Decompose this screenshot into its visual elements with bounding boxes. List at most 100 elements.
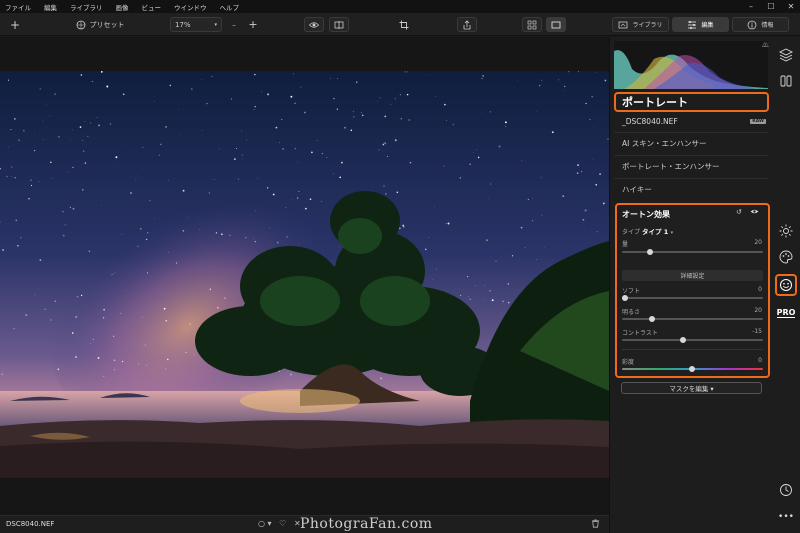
star	[275, 126, 278, 129]
star	[209, 288, 211, 290]
brightness-slider[interactable]	[622, 315, 763, 322]
palette-icon[interactable]	[776, 247, 796, 267]
star	[356, 81, 358, 83]
star	[473, 152, 474, 153]
photo-preview[interactable]	[0, 71, 609, 478]
heart-icon[interactable]: ♡	[279, 519, 286, 528]
share-button[interactable]	[457, 17, 477, 32]
star	[469, 163, 471, 165]
photo-canvas-area[interactable]	[0, 37, 609, 515]
star	[209, 266, 211, 267]
amount-value: 20	[754, 239, 762, 246]
edit-mask-button[interactable]: マスクを編集 ▾	[621, 382, 762, 394]
type-select[interactable]: タイプ 1 ▾	[642, 226, 673, 236]
menu-view[interactable]: ビュー	[142, 2, 162, 12]
contrast-slider-knob[interactable]	[680, 336, 686, 343]
brightness-slider-knob[interactable]	[649, 315, 655, 322]
contrast-slider[interactable]	[622, 336, 763, 343]
tab-library[interactable]: ライブラリ	[612, 17, 669, 32]
tab-info[interactable]: 情報	[732, 17, 789, 32]
star	[11, 166, 13, 168]
star	[208, 192, 210, 194]
clipping-warning-icon[interactable]: △	[764, 41, 769, 48]
preview-button[interactable]	[304, 17, 324, 32]
amount-slider[interactable]	[622, 248, 763, 255]
compare-button[interactable]	[329, 17, 349, 32]
star	[380, 377, 382, 380]
menu-window[interactable]: ウインドウ	[174, 2, 207, 12]
menu-library[interactable]: ライブラリ	[70, 2, 103, 12]
milky-way-photo	[0, 71, 609, 478]
amount-slider-knob[interactable]	[647, 248, 654, 255]
star	[187, 217, 189, 218]
star	[160, 143, 162, 146]
star	[460, 294, 462, 296]
soft-slider-knob[interactable]	[622, 294, 628, 301]
advanced-settings-button[interactable]: 詳細設定	[622, 270, 763, 281]
soft-slider[interactable]	[622, 294, 763, 301]
star	[75, 315, 78, 318]
tab-info-label: 情報	[761, 22, 774, 29]
panel-title: ポートレート	[614, 92, 769, 112]
trash-icon[interactable]	[591, 519, 600, 530]
star	[165, 368, 167, 370]
tool-ai-skin-enhancer[interactable]: AI スキン・エンハンサー	[614, 132, 768, 154]
star	[182, 189, 185, 192]
star	[206, 102, 208, 105]
maximize-button[interactable]: ☐	[762, 0, 780, 13]
zoom-out-button[interactable]: –	[228, 17, 240, 32]
menu-image[interactable]: 画像	[116, 2, 129, 12]
portrait-smile-icon[interactable]	[775, 274, 797, 296]
tab-library-label: ライブラリ	[632, 22, 663, 29]
more-icon[interactable]: •••	[776, 507, 796, 527]
star	[272, 193, 275, 196]
menu-edit[interactable]: 編集	[44, 2, 57, 12]
pro-icon[interactable]: PRO	[776, 303, 796, 323]
star	[544, 246, 545, 248]
tool-label: AI スキン・エンハンサー	[622, 139, 707, 148]
star	[199, 228, 200, 230]
color-label-select[interactable]: ○ ▾	[258, 519, 272, 528]
tool-portrait-enhancer[interactable]: ポートレート・エンハンサー	[614, 155, 768, 177]
star	[182, 230, 185, 232]
star	[224, 297, 226, 299]
star	[400, 118, 402, 120]
star	[521, 160, 523, 162]
reset-icon[interactable]: ↺	[736, 208, 742, 216]
star	[125, 290, 126, 291]
zoom-select[interactable]: 17% ▾	[170, 17, 222, 32]
tab-edit[interactable]: 編集	[672, 17, 729, 32]
star	[245, 237, 247, 239]
star	[371, 189, 372, 191]
star	[394, 98, 396, 100]
menu-help[interactable]: ヘルプ	[220, 2, 240, 12]
add-button[interactable]: +	[6, 17, 24, 32]
star	[436, 268, 438, 270]
zoom-in-button[interactable]: +	[247, 17, 259, 32]
star	[428, 75, 430, 76]
star	[237, 178, 239, 180]
presets-button[interactable]: プリセット	[70, 17, 130, 32]
compare-panels-icon[interactable]	[776, 71, 796, 91]
close-button[interactable]: ✕	[782, 0, 800, 13]
star	[235, 147, 237, 149]
type-value: タイプ 1	[642, 228, 669, 236]
crop-button[interactable]	[396, 17, 412, 32]
history-clock-icon[interactable]	[776, 480, 796, 500]
star	[30, 179, 32, 181]
visibility-eye-icon[interactable]	[750, 208, 759, 217]
menu-file[interactable]: ファイル	[5, 2, 31, 12]
star	[254, 73, 256, 76]
saturation-slider[interactable]	[622, 365, 763, 372]
star	[34, 150, 36, 152]
layers-icon[interactable]	[776, 45, 796, 65]
star	[290, 373, 292, 376]
grid-view-button[interactable]	[522, 17, 542, 32]
sun-icon[interactable]	[776, 221, 796, 241]
minimize-button[interactable]: –	[742, 0, 760, 13]
saturation-slider-knob[interactable]	[689, 365, 695, 372]
single-view-button[interactable]	[546, 17, 566, 32]
star	[531, 220, 534, 222]
tool-label: ポートレート・エンハンサー	[622, 162, 720, 171]
tool-high-key[interactable]: ハイキー	[614, 178, 768, 200]
